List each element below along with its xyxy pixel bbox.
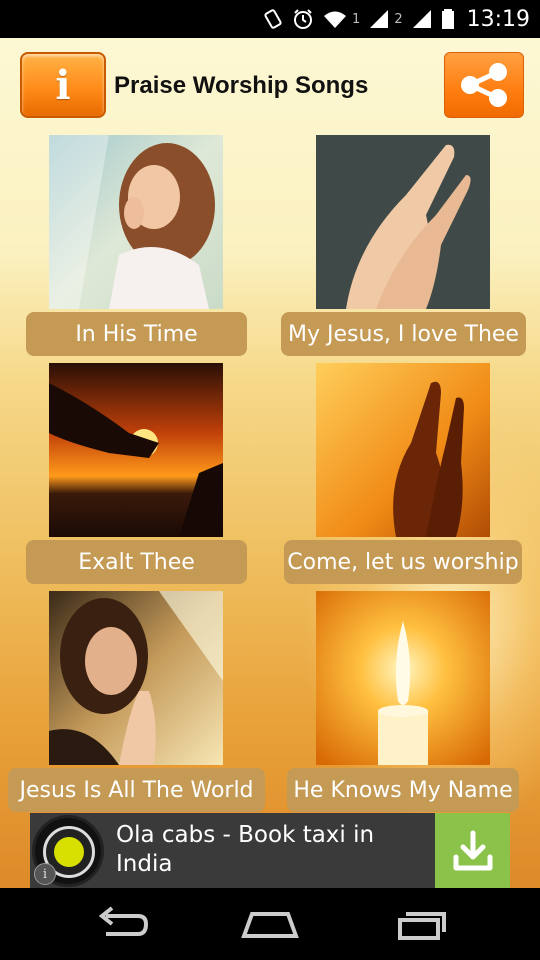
home-button[interactable] [240,902,300,946]
recent-apps-icon [398,912,446,940]
song-button[interactable]: He Knows My Name [287,768,519,812]
alarm-icon [294,9,313,29]
navigation-bar [0,888,540,960]
sim2-label: 2 [394,11,403,27]
info-icon: i [55,61,71,109]
download-icon [453,830,492,870]
song-thumbnail-hands-silhouette[interactable] [316,363,490,537]
ad-info-icon[interactable]: i [34,863,56,885]
song-thumbnail-praying-woman[interactable] [49,591,223,765]
recent-apps-button[interactable] [392,902,452,946]
ad-download-button[interactable] [435,813,510,888]
song-button[interactable]: Come, let us worship [284,540,522,584]
signal-icon [412,10,431,28]
share-icon [461,63,507,107]
song-button[interactable]: Exalt Thee [26,540,247,584]
page-title: Praise Worship Songs [114,72,369,99]
home-icon [241,912,299,938]
song-button[interactable]: My Jesus, I love Thee [281,312,526,356]
ad-text: Ola cabs - Book taxi in India [116,822,375,877]
battery-icon [441,9,454,29]
sim1-label: 1 [352,11,361,27]
song-thumbnail-sunset-hand[interactable] [49,363,223,537]
back-button[interactable] [90,902,150,946]
info-button[interactable]: i [20,52,106,118]
share-button[interactable] [444,52,524,118]
header: i Praise Worship Songs [0,38,540,128]
status-bar: 1 2 13:19 [0,0,540,38]
song-button[interactable]: Jesus Is All The World [8,768,265,812]
back-icon [98,906,148,936]
signal-icon [370,10,389,28]
song-thumbnail-praying-child[interactable] [49,135,223,309]
song-thumbnail-candle[interactable] [316,591,490,765]
song-thumbnail-praying-hands[interactable] [316,135,490,309]
rotation-lock-icon [264,9,282,29]
song-button[interactable]: In His Time [26,312,247,356]
clock: 13:19 [466,6,530,32]
ad-banner[interactable]: i Ola cabs - Book taxi in India [30,813,510,888]
app-content: i Praise Worship Songs In His Time My Je… [0,38,540,888]
wifi-icon [324,11,347,28]
